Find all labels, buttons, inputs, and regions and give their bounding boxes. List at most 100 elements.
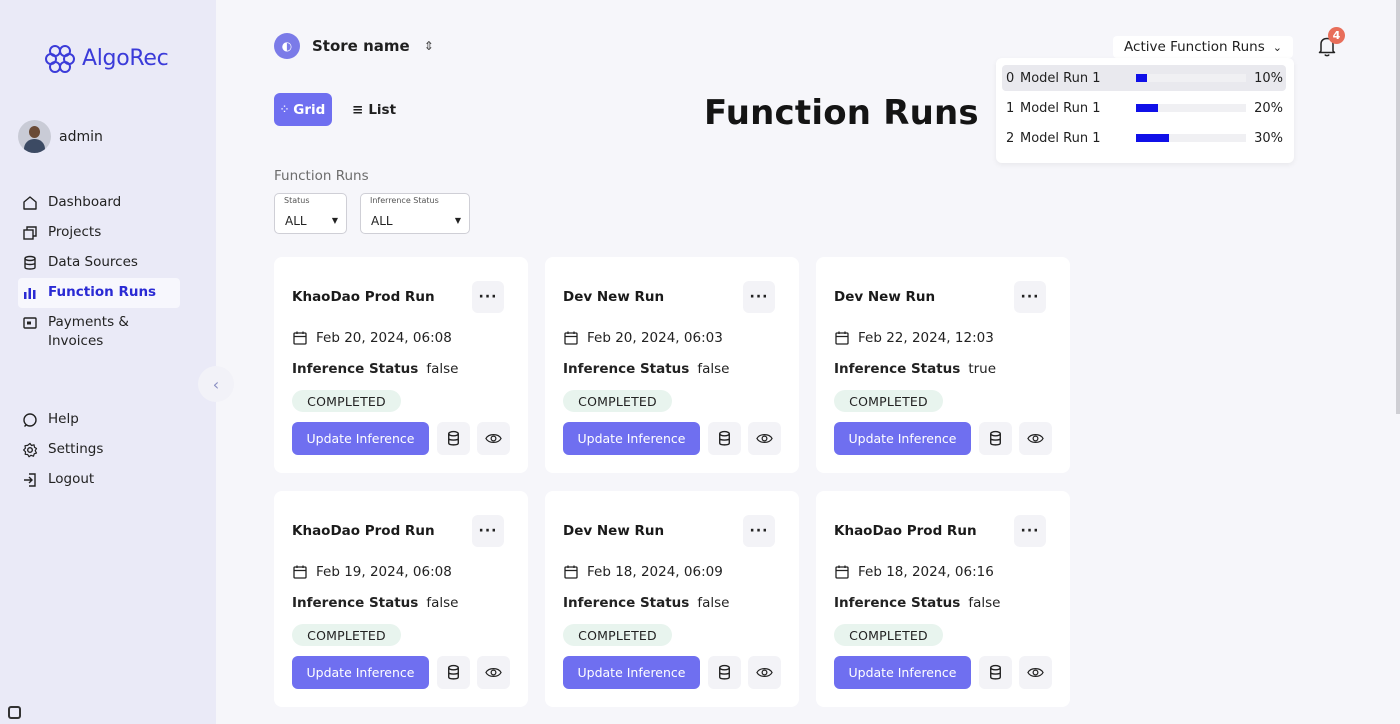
nav-item-function-runs[interactable]: Function Runs	[18, 278, 180, 308]
inference-status-label: Inference Status	[292, 595, 419, 611]
card-title: Dev New Run	[563, 523, 665, 539]
card-title: KhaoDao Prod Run	[834, 523, 977, 539]
brand-name: AlgoRec	[82, 45, 169, 71]
more-options-button[interactable]: ···	[1014, 281, 1046, 313]
card-date: Feb 22, 2024, 12:03	[834, 330, 994, 346]
logo-icon	[45, 45, 75, 73]
update-inference-button[interactable]: Update Inference	[292, 656, 429, 689]
section-label: Function Runs	[274, 168, 369, 184]
avatar	[18, 120, 51, 153]
active-runs-toggle[interactable]: Active Function Runs ⌄	[1113, 36, 1293, 58]
card-date-text: Feb 19, 2024, 06:08	[316, 564, 452, 580]
grid-view-button[interactable]: ⁘ Grid	[274, 93, 332, 126]
run-progress-fill	[1136, 74, 1147, 82]
card-date-text: Feb 18, 2024, 06:16	[858, 564, 994, 580]
more-options-button[interactable]: ···	[743, 515, 775, 547]
status-badge: COMPLETED	[563, 624, 672, 646]
logout-icon	[24, 473, 36, 487]
view-button[interactable]	[748, 422, 781, 455]
database-button[interactable]	[437, 656, 470, 689]
inference-status-row: Inference Status false	[563, 361, 729, 377]
nav-item-projects[interactable]: Projects	[18, 218, 180, 248]
inference-status-value: false	[426, 595, 459, 611]
list-view-button[interactable]: ≡ List	[342, 93, 406, 126]
inference-status-filter-select[interactable]: Inferrence Status ALL ▼	[360, 193, 470, 234]
database-icon	[448, 664, 459, 680]
run-progress-bar	[1136, 104, 1246, 112]
view-toggle: ⁘ Grid ≡ List	[274, 93, 406, 126]
home-icon	[23, 196, 37, 210]
filters: Status ALL ▼ Inferrence Status ALL ▼	[274, 193, 470, 234]
update-inference-button[interactable]: Update Inference	[563, 422, 700, 455]
view-button[interactable]	[1019, 422, 1052, 455]
inference-status-row: Inference Status false	[563, 595, 729, 611]
inference-status-label: Inference Status	[292, 361, 419, 377]
more-options-button[interactable]: ···	[472, 515, 504, 547]
view-button[interactable]	[477, 422, 510, 455]
view-button[interactable]	[748, 656, 781, 689]
update-inference-button[interactable]: Update Inference	[834, 422, 971, 455]
nav-label: Payments & Invoices	[48, 314, 129, 349]
page-scrollbar[interactable]	[1396, 0, 1400, 414]
view-button[interactable]	[1019, 656, 1052, 689]
inference-status-row: Inference Status false	[834, 595, 1000, 611]
calendar-icon	[835, 331, 849, 345]
database-button[interactable]	[708, 656, 741, 689]
more-options-button[interactable]: ···	[1014, 515, 1046, 547]
function-run-card: Dev New Run ··· Feb 18, 2024, 06:09 Infe…	[545, 491, 799, 707]
more-options-button[interactable]: ···	[743, 281, 775, 313]
calendar-icon	[293, 565, 307, 579]
nav-label: Data Sources	[48, 254, 138, 270]
inference-status-filter-label: Inferrence Status	[370, 196, 439, 205]
calendar-icon	[564, 331, 578, 345]
update-inference-button[interactable]: Update Inference	[834, 656, 971, 689]
brand-logo[interactable]: AlgoRec	[44, 42, 169, 74]
card-date: Feb 18, 2024, 06:09	[563, 564, 723, 580]
database-button[interactable]	[437, 422, 470, 455]
caret-down-icon: ▼	[454, 216, 461, 225]
sidebar: AlgoRec admin Dashboard Projects Data So…	[0, 0, 216, 724]
nav-item-data-sources[interactable]: Data Sources	[18, 248, 180, 278]
more-options-button[interactable]: ···	[472, 281, 504, 313]
inference-status-label: Inference Status	[563, 595, 690, 611]
corner-widget-icon[interactable]	[8, 706, 21, 719]
nav-label: Logout	[48, 471, 95, 487]
eye-icon	[756, 433, 773, 444]
run-name: Model Run 1	[1020, 100, 1101, 116]
database-button[interactable]	[979, 656, 1012, 689]
eye-icon	[485, 433, 502, 444]
status-filter-select[interactable]: Status ALL ▼	[274, 193, 347, 234]
database-button[interactable]	[979, 422, 1012, 455]
inference-status-value: false	[697, 361, 730, 377]
store-selector[interactable]: ◐ Store name ⇕	[274, 33, 434, 59]
nav-item-help[interactable]: Help	[18, 405, 180, 435]
chevron-down-icon: ⌄	[1272, 40, 1282, 54]
update-inference-button[interactable]: Update Inference	[563, 656, 700, 689]
calendar-icon	[564, 565, 578, 579]
active-run-row[interactable]: 1 Model Run 1 20%	[1002, 95, 1286, 121]
nav-item-logout[interactable]: Logout	[18, 465, 180, 495]
inference-status-value: false	[426, 361, 459, 377]
card-title: Dev New Run	[834, 289, 936, 305]
user-profile[interactable]: admin	[18, 120, 103, 153]
grid-icon: ⁘	[280, 104, 289, 115]
nav-item-payments[interactable]: Payments & Invoices	[18, 308, 180, 356]
nav-item-settings[interactable]: Settings	[18, 435, 180, 465]
update-inference-button[interactable]: Update Inference	[292, 422, 429, 455]
grid-label: Grid	[293, 101, 326, 118]
active-runs-label: Active Function Runs	[1124, 39, 1265, 55]
sort-caret-icon: ⇕	[423, 39, 434, 53]
active-run-row[interactable]: 2 Model Run 1 30%	[1002, 125, 1286, 151]
view-button[interactable]	[477, 656, 510, 689]
calendar-icon	[835, 565, 849, 579]
card-date-text: Feb 22, 2024, 12:03	[858, 330, 994, 346]
run-progress-bar	[1136, 74, 1246, 82]
active-run-row[interactable]: 0 Model Run 1 10%	[1002, 65, 1286, 91]
status-filter-label: Status	[284, 196, 310, 205]
run-progress-label: 30%	[1254, 130, 1283, 146]
collapse-sidebar-button[interactable]: ‹	[198, 366, 234, 402]
database-button[interactable]	[708, 422, 741, 455]
nav-item-dashboard[interactable]: Dashboard	[18, 188, 180, 218]
function-run-card: Dev New Run ··· Feb 22, 2024, 12:03 Infe…	[816, 257, 1070, 473]
inference-status-row: Inference Status false	[292, 595, 458, 611]
